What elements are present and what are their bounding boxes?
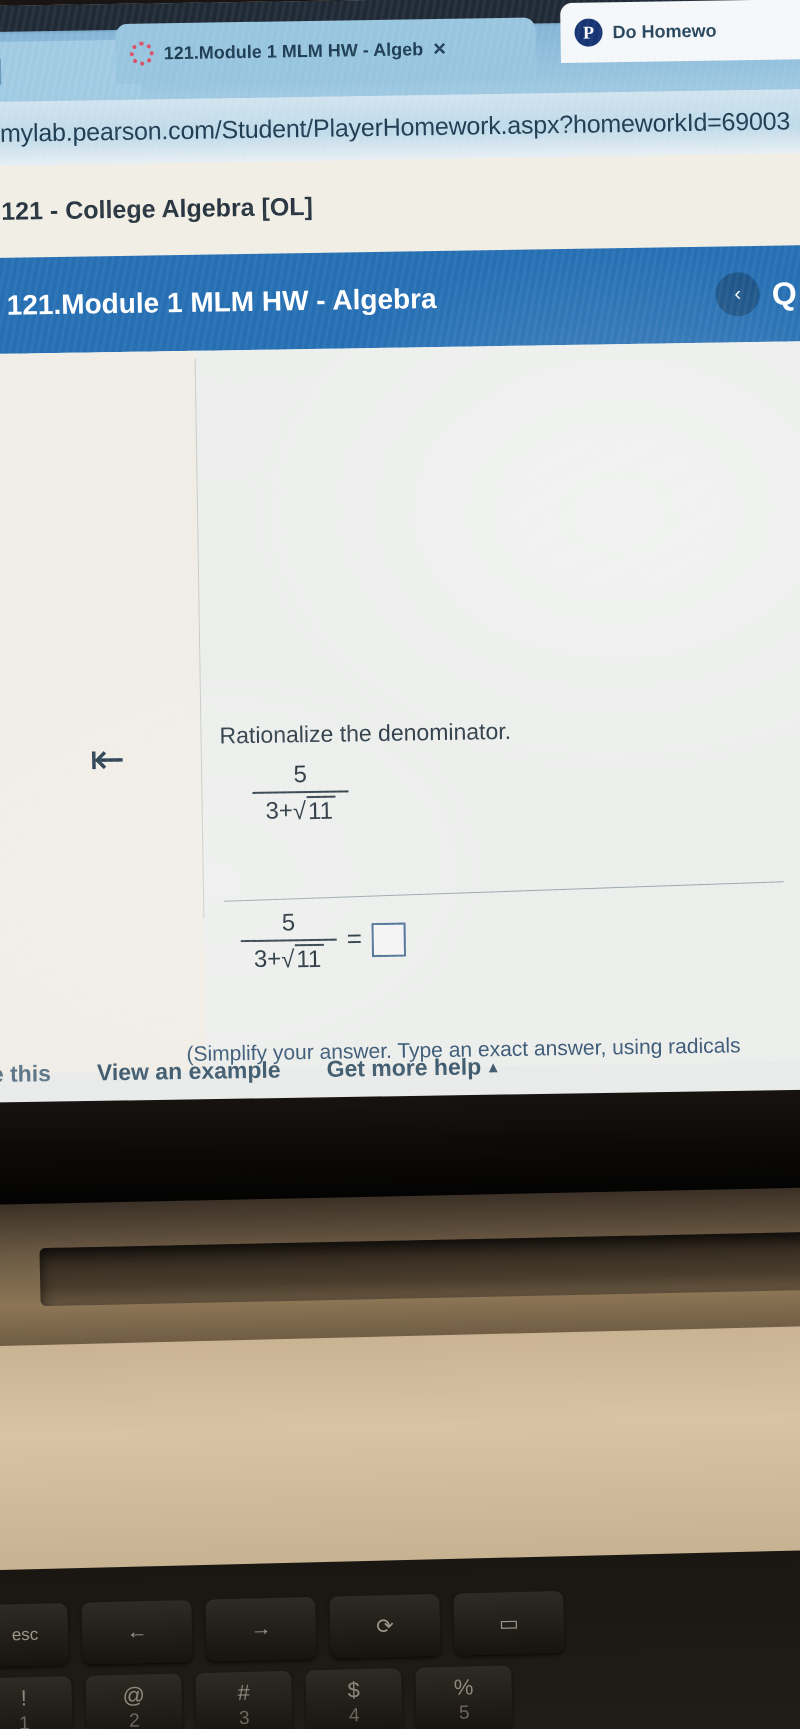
homework-content: t 7 28 29 n 30 on 31 ⇤ Rationalize the d… <box>0 341 800 1075</box>
tab-separator <box>0 58 2 85</box>
pearson-p-icon: P <box>574 18 603 47</box>
key-3-symbol: # <box>237 1679 251 1706</box>
key-5[interactable]: % 5 <box>415 1665 513 1729</box>
answer-radicand: 11 <box>295 943 325 974</box>
close-icon[interactable]: × <box>433 36 446 61</box>
radical-sign-icon: √ <box>292 797 307 825</box>
browser-tab-next[interactable]: P Do Homewo <box>560 0 800 64</box>
key-4[interactable]: $ 4 <box>305 1668 403 1729</box>
key-back[interactable]: ← <box>81 1599 193 1665</box>
fraction-numerator: 5 <box>293 761 308 789</box>
question-list-sidebar: t 7 28 29 n 30 on 31 <box>0 350 207 1075</box>
key-2-symbol: @ <box>122 1682 146 1708</box>
denominator-prefix: 3+ <box>265 796 294 825</box>
key-1-digit: 1 <box>18 1713 30 1729</box>
problem-prompt: Rationalize the denominator. <box>219 717 512 749</box>
key-2-digit: 2 <box>128 1710 140 1729</box>
course-header: 121 - College Algebra [OL] <box>0 153 800 259</box>
laptop-photo: vices × 121.Module 1 MLM HW - Algeb × P … <box>0 0 800 1729</box>
key-3-digit: 3 <box>238 1707 250 1729</box>
fraction-problem: 5 3+√11 <box>252 760 349 826</box>
answer-denominator-prefix: 3+ <box>253 945 282 973</box>
key-4-symbol: $ <box>347 1677 361 1703</box>
tab-title-active: 121.Module 1 MLM HW - Algeb <box>163 38 424 63</box>
key-2[interactable]: @ 2 <box>85 1673 183 1729</box>
key-reload[interactable]: ⟳ <box>329 1593 441 1659</box>
chevron-up-icon[interactable]: ▴ <box>489 1057 497 1077</box>
problem-statement: Rationalize the denominator. <box>219 714 739 749</box>
question-label: Q <box>771 274 797 312</box>
key-5-digit: 5 <box>458 1702 470 1724</box>
laptop-screen: vices × 121.Module 1 MLM HW - Algeb × P … <box>0 0 800 1135</box>
section-divider <box>224 881 784 902</box>
key-1-symbol: ! <box>20 1685 28 1711</box>
tab-title-next: Do Homewo <box>612 20 717 42</box>
course-title: 121 - College Algebra [OL] <box>1 192 314 226</box>
fraction-answer: 5 3+√11 <box>240 909 337 974</box>
key-5-symbol: % <box>453 1674 474 1700</box>
problem-expression: 5 3+√11 <box>252 760 349 826</box>
key-3[interactable]: # 3 <box>195 1670 293 1729</box>
answer-input[interactable] <box>371 922 407 957</box>
equals-sign: = <box>346 923 363 954</box>
answer-fraction-denominator: 3+√11 <box>246 940 333 974</box>
key-1[interactable]: ! 1 <box>0 1676 73 1729</box>
help-link-view-example[interactable]: View an example <box>97 1057 281 1087</box>
assignment-title: 121.Module 1 MLM HW - Algebra <box>6 282 437 321</box>
browser-tab-strip: vices × 121.Module 1 MLM HW - Algeb × P … <box>0 0 800 104</box>
help-link-solve-this[interactable]: solve this <box>0 1060 51 1089</box>
assignment-header-controls: ‹ Q <box>715 245 800 342</box>
fraction-denominator: 3+√11 <box>257 792 344 826</box>
answer-radical-sign-icon: √ <box>280 945 295 974</box>
key-4-digit: 4 <box>348 1705 360 1727</box>
previous-question-button[interactable]: ‹ <box>715 271 761 317</box>
key-forward[interactable]: → <box>205 1596 317 1662</box>
help-link-get-more-help[interactable]: Get more help <box>326 1053 481 1082</box>
answer-fraction-numerator: 5 <box>281 909 296 937</box>
key-esc[interactable]: esc <box>0 1603 69 1668</box>
answer-row: 5 3+√11 = <box>240 908 407 974</box>
back-to-start-icon[interactable]: ⇤ <box>90 734 122 783</box>
radicand: 11 <box>306 795 337 826</box>
browser-tab-active[interactable]: 121.Module 1 MLM HW - Algeb × <box>115 17 537 84</box>
assignment-header: 121.Module 1 MLM HW - Algebra ‹ Q <box>0 245 800 355</box>
url-text: mylab.pearson.com/Student/PlayerHomework… <box>0 106 791 148</box>
key-fullscreen[interactable]: ▭ <box>453 1590 565 1656</box>
pearson-ring-icon <box>129 41 155 66</box>
